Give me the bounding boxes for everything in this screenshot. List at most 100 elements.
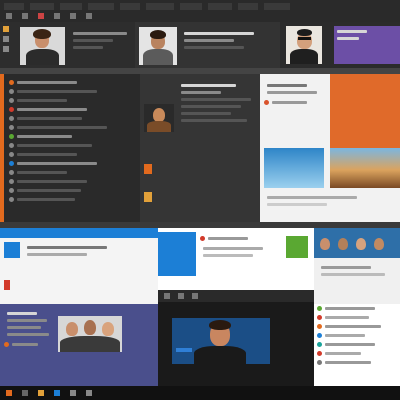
- toolbar-icon[interactable]: [178, 293, 184, 299]
- avatar[interactable]: [320, 238, 330, 250]
- store-icon[interactable]: [86, 390, 92, 396]
- feed-footer: [264, 192, 394, 218]
- group-video[interactable]: [58, 316, 122, 352]
- text-line: [203, 247, 263, 250]
- green-tile[interactable]: [286, 236, 308, 258]
- avatar[interactable]: [338, 238, 348, 250]
- yellow-item-chip[interactable]: [144, 192, 152, 202]
- list-item[interactable]: [6, 87, 136, 96]
- menu-tab[interactable]: [4, 3, 24, 10]
- menu-tab[interactable]: [238, 3, 258, 10]
- feed-item[interactable]: [264, 98, 324, 107]
- participant-hair: [209, 320, 231, 330]
- toolbar-icon[interactable]: [38, 13, 44, 19]
- list-item[interactable]: [6, 186, 136, 195]
- menu-tab[interactable]: [146, 3, 174, 10]
- toolbar-icon[interactable]: [22, 13, 28, 19]
- list-item[interactable]: [314, 304, 400, 313]
- list-item[interactable]: [314, 349, 400, 358]
- menu-tab[interactable]: [120, 3, 140, 10]
- banner-image[interactable]: [330, 148, 400, 188]
- start-icon[interactable]: [6, 390, 12, 396]
- user-icon[interactable]: [3, 46, 9, 52]
- caption-chip: [176, 348, 192, 352]
- toolbar-icon[interactable]: [192, 293, 198, 299]
- list-item[interactable]: [314, 313, 400, 322]
- mail-icon[interactable]: [70, 390, 76, 396]
- red-marker[interactable]: [4, 280, 10, 290]
- list-item[interactable]: [314, 358, 400, 367]
- list-item[interactable]: [6, 168, 136, 177]
- list-item[interactable]: [6, 105, 136, 114]
- avatar[interactable]: [356, 238, 366, 250]
- browser-icon[interactable]: [54, 390, 60, 396]
- text-line: [337, 30, 367, 33]
- top-menu-strip: [0, 0, 400, 22]
- call-info: [70, 28, 130, 64]
- text-line: [267, 91, 317, 94]
- list-item[interactable]: [314, 340, 400, 349]
- participant-hair: [33, 29, 51, 39]
- folder-icon[interactable]: [38, 390, 44, 396]
- video-tile[interactable]: [286, 26, 322, 64]
- sunglasses: [298, 37, 311, 40]
- video-tile[interactable]: [139, 27, 177, 65]
- media-thumbnail[interactable]: [144, 104, 174, 132]
- list-item[interactable]: [6, 114, 136, 123]
- menu-tab[interactable]: [88, 3, 114, 10]
- folder-icon[interactable]: [3, 26, 9, 32]
- sidebar-list: [6, 78, 136, 218]
- blue-tile[interactable]: [158, 232, 196, 276]
- list-item[interactable]: [6, 96, 136, 105]
- text-line: [7, 333, 49, 336]
- list-item[interactable]: [6, 150, 136, 159]
- toolbar-icon[interactable]: [54, 13, 60, 19]
- list-item[interactable]: [314, 331, 400, 340]
- call-list: [4, 308, 54, 384]
- orange-item-chip[interactable]: [144, 164, 152, 174]
- orange-header: [330, 74, 400, 148]
- avatar[interactable]: [374, 238, 384, 250]
- card-item[interactable]: [200, 234, 280, 243]
- participant-hair: [297, 29, 312, 36]
- top-left-call-panel: [0, 22, 135, 68]
- text-line: [337, 37, 359, 40]
- toolbar-icon[interactable]: [70, 13, 76, 19]
- blue-app-icon[interactable]: [4, 242, 20, 258]
- toolbar-icon[interactable]: [86, 13, 92, 19]
- participant-body: [60, 336, 120, 352]
- search-icon[interactable]: [22, 390, 28, 396]
- text-line: [27, 253, 87, 256]
- list-item[interactable]: [6, 177, 136, 186]
- text-line: [73, 39, 113, 42]
- list-item[interactable]: [6, 132, 136, 141]
- menu-tab[interactable]: [180, 3, 202, 10]
- list-item[interactable]: [6, 78, 136, 87]
- menu-tab[interactable]: [264, 3, 290, 10]
- text-line: [73, 46, 103, 49]
- taskbar: [0, 386, 400, 400]
- toolbar-icons-row: [6, 13, 396, 19]
- participant-body: [143, 49, 173, 65]
- menu-tab[interactable]: [30, 3, 54, 10]
- list-item[interactable]: [6, 159, 136, 168]
- video-tile[interactable]: [20, 27, 65, 65]
- list-item[interactable]: [6, 195, 136, 204]
- call-item[interactable]: [4, 340, 54, 349]
- media-info: [178, 80, 258, 220]
- panel-text: [24, 242, 144, 282]
- list-item[interactable]: [6, 141, 136, 150]
- toolbar-icon[interactable]: [164, 293, 170, 299]
- main-video[interactable]: [172, 318, 270, 364]
- chat-icon[interactable]: [3, 36, 9, 42]
- blue-thumb[interactable]: [264, 148, 324, 188]
- list-item[interactable]: [314, 322, 400, 331]
- menu-tab[interactable]: [60, 3, 82, 10]
- list-item[interactable]: [6, 123, 136, 132]
- toolbar-icon[interactable]: [6, 13, 12, 19]
- menu-tab[interactable]: [208, 3, 232, 10]
- bottom-left-blue-panel: [0, 228, 158, 304]
- bottom-right-contacts: [314, 228, 400, 304]
- text-line: [184, 39, 234, 42]
- text-line: [181, 84, 236, 87]
